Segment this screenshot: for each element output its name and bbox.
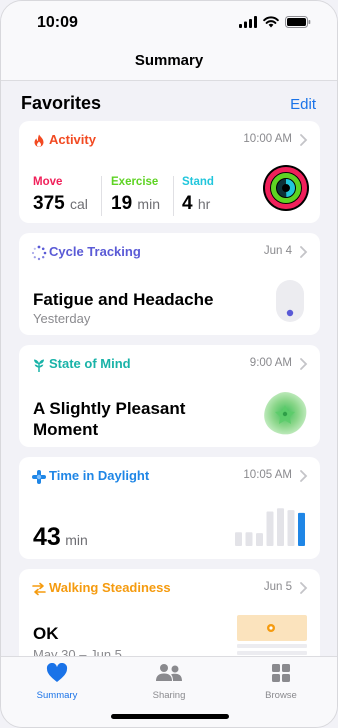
heart-icon: [46, 662, 68, 682]
tab-browse[interactable]: Browse: [241, 663, 321, 701]
chevron-right-icon: [300, 582, 308, 594]
exercise-label: Exercise: [111, 176, 159, 188]
daylight-bar: [287, 510, 295, 546]
cycle-dots-icon: [31, 245, 47, 261]
phone-screen: 10:09 Summary Favorites Edit Activity 10…: [0, 0, 338, 728]
steadiness-icon: [32, 582, 46, 596]
stand-label: Stand: [182, 176, 214, 188]
stand-value: 4: [182, 193, 193, 214]
mind-time: 9:00 AM: [249, 357, 292, 369]
state-of-mind-card[interactable]: State of Mind 9:00 AM A Slightly Pleasan…: [19, 345, 320, 447]
stand-value-line: 4 hr: [182, 193, 214, 215]
move-label: Move: [33, 176, 63, 188]
activity-card-header: Activity 10:00 AM: [31, 132, 308, 150]
move-value: 375: [33, 193, 65, 214]
daylight-time: 10:05 AM: [243, 469, 292, 481]
activity-label: Activity: [49, 132, 96, 147]
activity-rings-icon: [263, 165, 309, 211]
favorites-title: Favorites: [21, 93, 102, 113]
move-unit: cal: [69, 196, 88, 212]
mind-label: State of Mind: [49, 356, 131, 371]
stand-unit: hr: [197, 196, 211, 212]
daylight-card[interactable]: Time in Daylight 10:05 AM 43 min: [19, 457, 320, 559]
daylight-bar: [235, 532, 242, 546]
exercise-metric: Exercise 19 min: [111, 176, 160, 215]
chevron-right-icon: [300, 134, 308, 146]
sun-icon: [32, 470, 46, 484]
daylight-bar: [256, 533, 263, 546]
tab-sharing[interactable]: Sharing: [129, 663, 209, 701]
cycle-title: Fatigue and Headache: [33, 290, 214, 309]
signal-icon: [239, 16, 257, 28]
page-title: Summary: [134, 52, 204, 69]
nav-header: Summary: [1, 45, 337, 81]
daylight-bar-chart: [235, 508, 305, 546]
steadiness-label: Walking Steadiness: [49, 580, 171, 595]
status-icons: [239, 16, 311, 28]
steadiness-date: Jun 5: [263, 581, 292, 593]
people-icon: [156, 664, 182, 681]
daylight-bar: [266, 511, 274, 546]
steadiness-title: OK: [33, 624, 59, 643]
battery-icon: [285, 16, 311, 28]
daylight-bar: [298, 512, 305, 546]
chevron-right-icon: [300, 470, 308, 482]
exercise-value-line: 19 min: [111, 193, 160, 215]
stand-metric: Stand 4 hr: [182, 176, 214, 215]
daylight-bar: [277, 508, 284, 546]
daylight-value: 43: [33, 523, 61, 551]
favorites-header: Favorites Edit: [21, 93, 316, 117]
move-value-line: 375 cal: [33, 193, 88, 215]
metric-divider: [101, 176, 102, 216]
mind-title-line2: Moment: [33, 420, 99, 439]
cycle-label: Cycle Tracking: [49, 244, 141, 259]
activity-time: 10:00 AM: [243, 133, 292, 145]
cycle-card-header: Cycle Tracking Jun 4: [31, 244, 308, 262]
daylight-card-header: Time in Daylight 10:05 AM: [31, 468, 308, 486]
daylight-unit: min: [65, 532, 88, 548]
tab-summary[interactable]: Summary: [17, 662, 97, 701]
tab-summary-label: Summary: [36, 690, 78, 701]
wifi-icon: [263, 16, 279, 28]
exercise-unit: min: [137, 196, 160, 212]
daylight-label: Time in Daylight: [49, 468, 150, 483]
mind-plant-icon: [34, 359, 44, 372]
cycle-day-pill-icon: [276, 280, 304, 322]
activity-card[interactable]: Activity 10:00 AM Move 375 cal Exercise …: [19, 121, 320, 223]
chevron-right-icon: [300, 358, 308, 370]
flame-icon: [34, 134, 44, 147]
cycle-tracking-card[interactable]: Cycle Tracking Jun 4 Fatigue and Headach…: [19, 233, 320, 335]
status-time: 10:09: [37, 14, 78, 31]
mind-title-line1: A Slightly Pleasant: [33, 399, 186, 418]
mind-card-header: State of Mind 9:00 AM: [31, 356, 308, 374]
cycle-date: Jun 4: [263, 245, 292, 257]
move-metric: Move 375 cal: [33, 176, 88, 215]
cycle-subtitle: Yesterday: [33, 311, 91, 326]
chevron-right-icon: [300, 246, 308, 258]
mood-shape-icon: [264, 392, 307, 435]
status-bar: 10:09: [1, 1, 337, 45]
exercise-value: 19: [111, 193, 133, 214]
tab-sharing-label: Sharing: [152, 690, 186, 701]
daylight-bar: [245, 532, 253, 546]
steadiness-card-header: Walking Steadiness Jun 5: [31, 580, 308, 598]
daylight-value-line: 43 min: [33, 523, 88, 552]
steadiness-level-icon: [237, 615, 307, 655]
metric-divider: [173, 176, 174, 216]
grid-icon: [272, 664, 290, 682]
home-indicator: [111, 714, 229, 719]
tab-browse-label: Browse: [265, 690, 297, 701]
edit-button[interactable]: Edit: [290, 96, 316, 113]
